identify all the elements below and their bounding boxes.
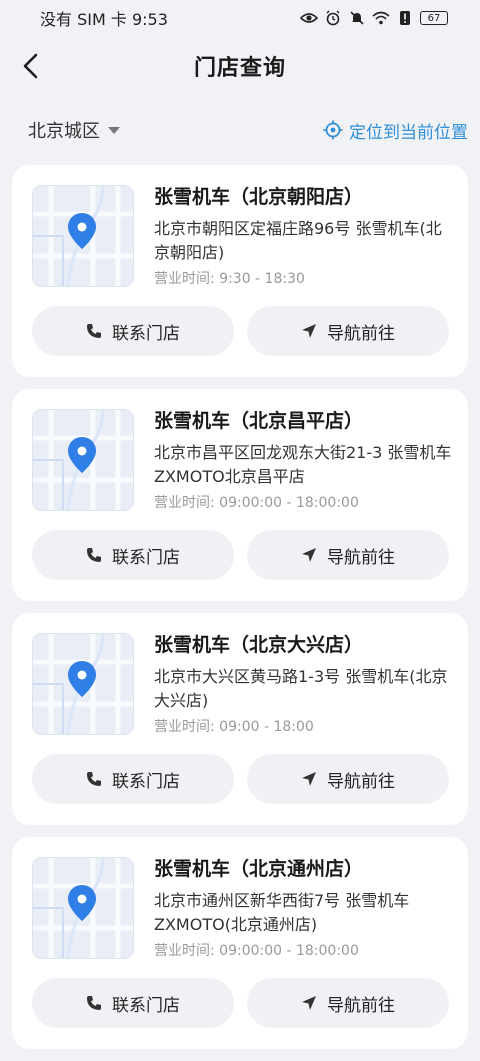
navigate-button[interactable]: 导航前往	[247, 754, 449, 804]
card-actions: 联系门店 导航前往	[32, 754, 449, 804]
store-name: 张雪机车（北京大兴店）	[154, 634, 364, 656]
city-select-label: 北京城区	[28, 121, 100, 142]
page-title: 门店查询	[193, 56, 286, 81]
card-actions: 联系门店 导航前往	[32, 978, 449, 1028]
contact-store-button[interactable]: 联系门店	[32, 306, 234, 356]
store-info: 张雪机车（北京朝阳店） 北京市朝阳区定福庄路96号 张雪机车(北京朝阳店) 营业…	[154, 185, 454, 289]
contact-store-button[interactable]: 联系门店	[32, 530, 234, 580]
store-card[interactable]: 张雪机车（北京朝阳店） 北京市朝阳区定福庄路96号 张雪机车(北京朝阳店) 营业…	[12, 165, 468, 377]
map-thumbnail	[32, 633, 134, 735]
contact-store-label: 联系门店	[112, 323, 180, 344]
status-icons: 67	[300, 9, 448, 27]
mute-icon	[348, 9, 366, 27]
status-carrier-time: 没有 SIM 卡 9:53	[40, 10, 168, 29]
eye-icon	[300, 9, 318, 27]
contact-store-button[interactable]: 联系门店	[32, 754, 234, 804]
store-card[interactable]: 张雪机车（北京昌平店） 北京市昌平区回龙观东大街21-3 张雪机车ZXMOTO北…	[12, 389, 468, 601]
store-hours: 营业时间: 09:00:00 - 18:00:00	[154, 943, 359, 959]
store-list: 张雪机车（北京朝阳店） 北京市朝阳区定福庄路96号 张雪机车(北京朝阳店) 营业…	[12, 165, 468, 1061]
phone-icon	[87, 548, 101, 562]
store-name: 张雪机车（北京通州店）	[154, 858, 364, 880]
locate-icon	[323, 120, 343, 140]
store-address: 北京市朝阳区定福庄路96号 张雪机车(北京朝阳店)	[154, 219, 442, 262]
store-card[interactable]: 张雪机车（北京通州店） 北京市通州区新华西街7号 张雪机车ZXMOTO(北京通州…	[12, 837, 468, 1049]
store-name: 张雪机车（北京昌平店）	[154, 410, 364, 432]
contact-store-label: 联系门店	[112, 995, 180, 1016]
store-hours: 营业时间: 09:00:00 - 18:00:00	[154, 495, 359, 511]
store-name: 张雪机车（北京朝阳店）	[154, 186, 364, 208]
caret-down-icon	[108, 126, 120, 134]
map-thumbnail	[32, 409, 134, 511]
contact-store-button[interactable]: 联系门店	[32, 978, 234, 1028]
phone-icon	[87, 772, 101, 786]
navigate-button[interactable]: 导航前往	[247, 306, 449, 356]
card-actions: 联系门店 导航前往	[32, 306, 449, 356]
store-info: 张雪机车（北京通州店） 北京市通州区新华西街7号 张雪机车ZXMOTO(北京通州…	[154, 857, 454, 961]
navigate-label: 导航前往	[327, 771, 395, 792]
store-address: 北京市通州区新华西街7号 张雪机车ZXMOTO(北京通州店)	[154, 891, 410, 934]
store-info: 张雪机车（北京大兴店） 北京市大兴区黄马路1-3号 张雪机车(北京大兴店) 营业…	[154, 633, 454, 737]
navigation-arrow-icon	[302, 772, 316, 786]
filter-row: 北京城区 定位到当前位置	[0, 108, 480, 152]
alert-icon	[396, 9, 414, 27]
navigate-label: 导航前往	[327, 323, 395, 344]
card-actions: 联系门店 导航前往	[32, 530, 449, 580]
location-pin-icon	[68, 437, 96, 473]
status-bar: 没有 SIM 卡 9:53 67	[0, 0, 480, 36]
navigation-arrow-icon	[302, 996, 316, 1010]
store-hours: 营业时间: 9:30 - 18:30	[154, 271, 305, 287]
store-address: 北京市昌平区回龙观东大街21-3 张雪机车ZXMOTO北京昌平店	[154, 443, 452, 486]
nav-bar: 门店查询	[0, 36, 480, 96]
back-button[interactable]	[14, 50, 46, 82]
location-pin-icon	[68, 885, 96, 921]
navigation-arrow-icon	[302, 548, 316, 562]
navigate-label: 导航前往	[327, 547, 395, 568]
contact-store-label: 联系门店	[112, 771, 180, 792]
navigate-button[interactable]: 导航前往	[247, 530, 449, 580]
location-pin-icon	[68, 213, 96, 249]
alarm-icon	[324, 9, 342, 27]
battery-icon: 67	[420, 11, 448, 25]
store-hours: 营业时间: 09:00 - 18:00	[154, 719, 314, 735]
store-address: 北京市大兴区黄马路1-3号 张雪机车(北京大兴店)	[154, 667, 448, 710]
navigate-button[interactable]: 导航前往	[247, 978, 449, 1028]
store-card[interactable]: 张雪机车（北京大兴店） 北京市大兴区黄马路1-3号 张雪机车(北京大兴店) 营业…	[12, 613, 468, 825]
wifi-icon	[372, 9, 390, 27]
locate-current-button[interactable]: 定位到当前位置	[323, 118, 468, 143]
map-thumbnail	[32, 185, 134, 287]
navigation-arrow-icon	[302, 324, 316, 338]
phone-icon	[87, 324, 101, 338]
contact-store-label: 联系门店	[112, 547, 180, 568]
map-thumbnail	[32, 857, 134, 959]
locate-current-label: 定位到当前位置	[349, 122, 468, 143]
city-select[interactable]: 北京城区	[28, 117, 120, 143]
navigate-label: 导航前往	[327, 995, 395, 1016]
phone-icon	[87, 996, 101, 1010]
location-pin-icon	[68, 661, 96, 697]
chevron-left-icon	[23, 53, 38, 79]
store-info: 张雪机车（北京昌平店） 北京市昌平区回龙观东大街21-3 张雪机车ZXMOTO北…	[154, 409, 454, 513]
